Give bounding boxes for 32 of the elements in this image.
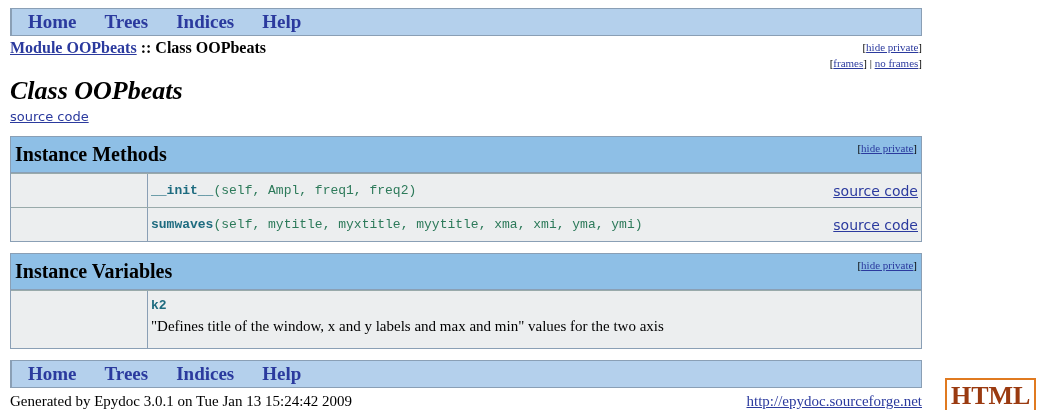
bracket-text: ] — [918, 57, 922, 69]
nav-link[interactable]: Trees — [104, 11, 149, 33]
bracket-text: [ — [857, 259, 862, 271]
link[interactable]: Module OOPbeats — [10, 39, 137, 56]
nav-link[interactable]: Indices — [176, 363, 235, 385]
nav-link[interactable]: Trees — [104, 363, 149, 385]
bracket-text: ] | — [863, 57, 873, 69]
method-signature: __init__(self, Ampl, freq1, freq2) — [151, 183, 417, 198]
source-code-link[interactable]: source code — [833, 216, 918, 233]
bracket-text: ] — [913, 142, 917, 154]
variable-description: "Defines title of the window, x and y labels and max and min" values for the two axis — [151, 317, 665, 336]
section-title: Instance Variables — [15, 260, 173, 283]
nav-link[interactable]: Indices — [176, 11, 235, 33]
bracket-text: [ — [857, 142, 862, 154]
section-title: Instance Methods — [15, 143, 167, 166]
source-code-link[interactable]: source code — [10, 109, 89, 124]
method-signature: sumwaves(self, mytitle, myxtitle, myytitle, xma, xmi, yma, ymi) — [151, 217, 643, 232]
html-badge: HTML — [945, 378, 1037, 410]
nav-link[interactable]: Home — [28, 363, 77, 385]
page-title: Class OOPbeats — [10, 75, 184, 107]
bracket-text: [ — [829, 57, 834, 69]
bracket-text: ] — [918, 41, 922, 53]
nav-link[interactable]: Help — [262, 363, 302, 385]
bracket-text: [ — [862, 41, 867, 53]
nav-link[interactable]: Help — [262, 11, 302, 33]
source-code-link[interactable]: source code — [833, 182, 918, 199]
variable-name: k2 — [151, 297, 168, 315]
bracket-text: ] — [913, 259, 917, 271]
footer-text: Generated by Epydoc 3.0.1 on Tue Jan 13 15:24:42 2009 — [10, 393, 353, 410]
nav-link[interactable]: Home — [28, 11, 77, 33]
footer-link[interactable]: http://epydoc.sourceforge.net — [746, 393, 922, 410]
breadcrumb-text: :: Class OOPbeats — [139, 39, 266, 56]
